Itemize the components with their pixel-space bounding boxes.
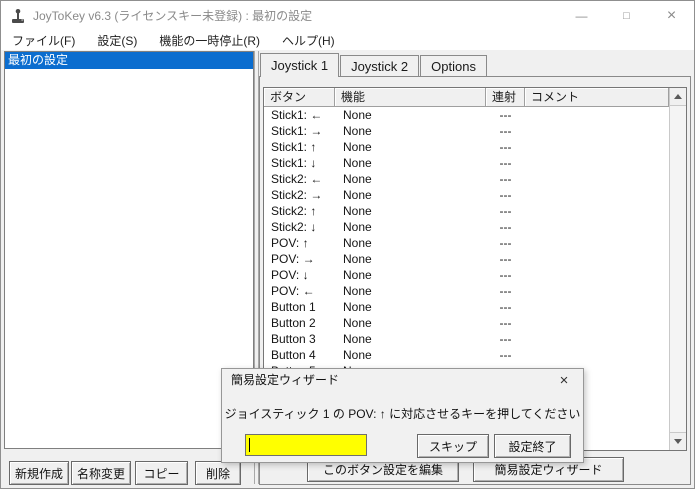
tab[interactable]: Joystick 1	[260, 53, 340, 77]
text-caret	[249, 438, 250, 452]
table-row[interactable]: Stick2: → None ---	[264, 187, 669, 203]
profile-list[interactable]: 最初の設定	[4, 51, 254, 449]
table-header: ボタン 機能 連射 コメント	[264, 88, 669, 107]
table-row[interactable]: Stick1: ↑ None ---	[264, 139, 669, 155]
table-row[interactable]: Button 1 None ---	[264, 299, 669, 315]
profile-item-selected[interactable]: 最初の設定	[5, 52, 253, 69]
column-header-button[interactable]: ボタン	[264, 88, 335, 107]
table-row[interactable]: POV: ↓ None ---	[264, 267, 669, 283]
window-title: JoyToKey v6.3 (ライセンスキー未登録) : 最初の設定	[33, 9, 313, 23]
close-button[interactable]: ×	[649, 1, 694, 31]
minimize-button[interactable]: —	[559, 1, 604, 31]
table-row[interactable]: Button 2 None ---	[264, 315, 669, 331]
column-header-function[interactable]: 機能	[335, 88, 486, 107]
scroll-up-button[interactable]	[670, 88, 686, 106]
tab[interactable]: Options	[420, 55, 487, 77]
titlebar: JoyToKey v6.3 (ライセンスキー未登録) : 最初の設定 — □ ×	[1, 1, 694, 31]
table-row[interactable]: Button 3 None ---	[264, 331, 669, 347]
maximize-button[interactable]: □	[604, 1, 649, 31]
vertical-scrollbar[interactable]	[669, 88, 686, 450]
table-row[interactable]: POV: ↑ None ---	[264, 235, 669, 251]
close-icon: ×	[666, 7, 677, 24]
maximize-icon: □	[623, 10, 630, 22]
profile-action-button[interactable]: 新規作成	[9, 461, 69, 485]
menu-item[interactable]: 設定(S)	[86, 32, 148, 49]
profile-action-button[interactable]: 名称変更	[71, 461, 131, 485]
table-row[interactable]: Stick2: ↓ None ---	[264, 219, 669, 235]
skip-button[interactable]: スキップ	[417, 434, 489, 458]
minimize-icon: —	[575, 9, 588, 23]
table-row[interactable]: Stick2: ↑ None ---	[264, 203, 669, 219]
dialog-message: ジョイスティック 1 の POV: ↑ に対応させるキーを押してください	[224, 407, 581, 421]
joystick-app-icon	[10, 8, 26, 24]
app-window: JoyToKey v6.3 (ライセンスキー未登録) : 最初の設定 — □ ×…	[0, 0, 695, 489]
profile-action-button[interactable]: 削除	[195, 461, 241, 485]
key-capture-input[interactable]	[245, 434, 367, 456]
column-header-comment[interactable]: コメント	[525, 88, 669, 107]
tab[interactable]: Joystick 2	[340, 55, 420, 77]
window-controls: — □ ×	[559, 1, 694, 31]
dialog-close-icon: ×	[559, 372, 569, 389]
tab-bar: Joystick 1 Joystick 2 Options	[260, 53, 488, 77]
table-row[interactable]: Stick1: → None ---	[264, 123, 669, 139]
scroll-down-button[interactable]	[670, 432, 686, 450]
dialog-title: 簡易設定ウィザード	[231, 373, 340, 387]
finish-setup-button[interactable]: 設定終了	[494, 434, 571, 458]
table-row[interactable]: Button 4 None ---	[264, 347, 669, 363]
scroll-up-icon	[674, 94, 682, 99]
menubar: ファイル(F) 設定(S) 機能の一時停止(R) ヘルプ(H)	[1, 31, 694, 50]
menu-item[interactable]: 機能の一時停止(R)	[148, 32, 271, 49]
scroll-down-icon	[674, 439, 682, 444]
menu-item[interactable]: ファイル(F)	[1, 32, 86, 49]
table-row[interactable]: POV: ← None ---	[264, 283, 669, 299]
table-row[interactable]: Stick1: ↓ None ---	[264, 155, 669, 171]
column-header-autofire[interactable]: 連射	[486, 88, 525, 107]
quick-setup-wizard-dialog: 簡易設定ウィザード × ジョイスティック 1 の POV: ↑ に対応させるキー…	[221, 368, 584, 463]
profile-action-button[interactable]: コピー	[135, 461, 188, 485]
table-row[interactable]: Stick1: ← None ---	[264, 107, 669, 123]
menu-item[interactable]: ヘルプ(H)	[271, 32, 346, 49]
dialog-close-button[interactable]: ×	[551, 371, 577, 390]
table-row[interactable]: POV: → None ---	[264, 251, 669, 267]
table-row[interactable]: Stick2: ← None ---	[264, 171, 669, 187]
